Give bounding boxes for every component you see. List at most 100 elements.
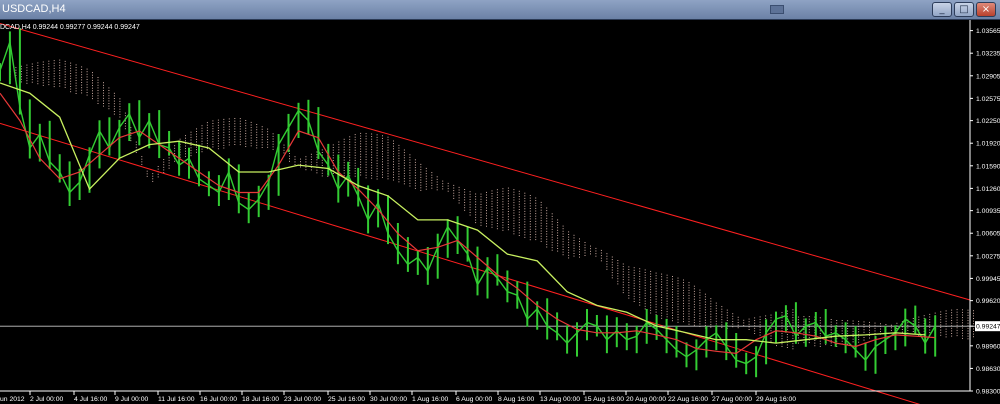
cloud-dot	[507, 195, 509, 197]
cloud-dot	[59, 85, 61, 87]
titlebar-scroll-thumb[interactable]	[770, 5, 784, 14]
cloud-dot	[108, 105, 110, 107]
cloud-dot	[715, 302, 717, 304]
cloud-dot	[502, 216, 504, 218]
cloud-dot	[387, 178, 389, 180]
cloud-dot	[261, 141, 263, 143]
cloud-dot	[628, 276, 630, 278]
cloud-dot	[31, 81, 33, 83]
cloud-dot	[387, 141, 389, 143]
cloud-dot	[420, 182, 422, 184]
cloud-dot	[332, 167, 334, 169]
cloud-dot	[502, 188, 504, 190]
price-chart[interactable]: 1.035651.032351.029051.025751.022501.019…	[0, 20, 1000, 404]
cloud-dot	[59, 80, 61, 82]
cloud-dot	[929, 326, 931, 328]
minimize-button[interactable]: _	[932, 2, 952, 17]
cloud-dot	[113, 113, 115, 115]
cloud-dot	[540, 209, 542, 211]
cloud-dot	[546, 220, 548, 222]
cloud-dot	[201, 148, 203, 150]
close-button[interactable]: ×	[976, 2, 996, 17]
cloud-dot	[283, 144, 285, 146]
cloud-dot	[502, 196, 504, 197]
cloud-dot	[75, 74, 77, 76]
cloud-dot	[119, 113, 121, 115]
cloud-dot	[524, 203, 526, 205]
cloud-dot	[628, 269, 630, 270]
cloud-dot	[967, 317, 969, 319]
cloud-dot	[841, 322, 843, 324]
maximize-button[interactable]: □	[954, 2, 974, 17]
cloud-dot	[234, 131, 236, 132]
cloud-dot	[852, 336, 854, 338]
cloud-dot	[540, 233, 542, 235]
cloud-dot	[858, 331, 860, 333]
cloud-dot	[814, 342, 816, 344]
cloud-dot	[836, 322, 838, 324]
ichimoku-cloud	[9, 59, 974, 350]
cloud-dot	[261, 134, 263, 135]
cloud-dot	[737, 327, 739, 329]
cloud-dot	[540, 230, 542, 232]
cloud-dot	[672, 289, 673, 290]
y-tick-label: 1.01260	[976, 186, 1000, 193]
cloud-dot	[365, 153, 367, 155]
cloud-dot	[354, 152, 356, 154]
cloud-dot	[393, 156, 394, 158]
cloud-dot	[436, 176, 438, 178]
cloud-dot	[261, 128, 263, 130]
cloud-dot	[398, 176, 400, 178]
cloud-dot	[721, 319, 723, 321]
cloud-dot	[289, 158, 290, 160]
chart-area[interactable]: 1.03565 1.03235 1.02905 1.02575 1.02250 1.019…	[0, 20, 1000, 404]
cloud-dot	[704, 322, 706, 324]
cloud-dot	[234, 120, 236, 122]
cloud-dot	[786, 328, 788, 330]
cloud-dot	[409, 172, 411, 174]
cloud-dot	[146, 173, 148, 175]
cloud-dot	[267, 139, 269, 140]
cloud-dot	[97, 79, 99, 81]
cloud-dot	[398, 170, 400, 172]
cloud-dot	[573, 250, 575, 252]
cloud-dot	[310, 161, 312, 163]
cloud-dot	[343, 154, 345, 156]
cloud-dot	[863, 324, 865, 325]
cloud-dot	[518, 206, 520, 208]
cloud-dot	[847, 328, 849, 329]
cloud-dot	[382, 137, 383, 139]
y-tick-label: 1.01920	[976, 141, 1000, 148]
cloud-dot	[393, 148, 394, 150]
cloud-dot	[228, 131, 230, 133]
cloud-dot	[732, 313, 734, 315]
cloud-dot	[628, 274, 630, 276]
window-titlebar[interactable]: USDCAD,H4 _ □ ×	[0, 0, 1000, 20]
cloud-dot	[644, 290, 646, 292]
cloud-dot	[748, 321, 750, 323]
cloud-dot	[611, 272, 613, 274]
cloud-dot	[64, 66, 66, 68]
cloud-dot	[721, 321, 723, 323]
cloud-dot	[354, 154, 356, 156]
cloud-dot	[693, 324, 695, 326]
cloud-dot	[70, 80, 72, 82]
cloud-dot	[239, 144, 241, 146]
cloud-dot	[633, 275, 635, 276]
cloud-dot	[781, 322, 783, 324]
cloud-dot	[365, 146, 367, 148]
cloud-dot	[699, 307, 701, 309]
cloud-dot	[513, 212, 515, 214]
cloud-dot	[650, 286, 652, 288]
cloud-dot	[458, 186, 460, 188]
cloud-dot	[376, 155, 378, 157]
cloud-dot	[529, 215, 531, 217]
cloud-dot	[770, 327, 772, 329]
cloud-dot	[633, 272, 635, 274]
cloud-dot	[973, 323, 974, 325]
cloud-dot	[70, 83, 72, 85]
cloud-dot	[414, 180, 416, 182]
cloud-dot	[414, 174, 416, 176]
cloud-dot	[113, 111, 115, 112]
cloud-dot	[223, 126, 225, 128]
